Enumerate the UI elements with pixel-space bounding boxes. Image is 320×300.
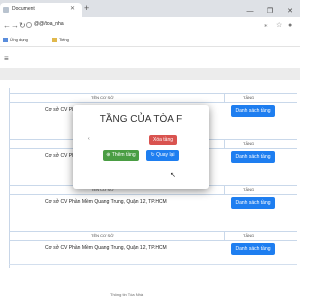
url-text[interactable]: @@/toa_nha xyxy=(34,21,64,27)
modal-title: TẦNG CỦA TÒA F xyxy=(99,114,183,125)
footer-text: Thông tin Tòa Nhà xyxy=(110,292,144,297)
site-info-icon[interactable] xyxy=(26,22,32,28)
building-address: Cơ sở CV Phần Mềm Quang Trung, Quận 12, … xyxy=(45,245,167,251)
floors-modal: TẦNG CỦA TÒA F ‹ Xóa tầng ⊕ Thêm tầng ↻ … xyxy=(73,105,209,189)
bookmark-apps[interactable]: Ứng dụng xyxy=(3,37,28,42)
close-tab-icon[interactable]: ✕ xyxy=(70,5,75,12)
add-floor-button[interactable]: ⊕ Thêm tầng xyxy=(103,150,139,161)
apps-icon xyxy=(3,37,8,42)
floor-list-button[interactable]: Danh sách tầng xyxy=(231,151,275,163)
floor-list-button[interactable]: Danh sách tầng xyxy=(231,197,275,209)
forward-arrow-icon[interactable]: → xyxy=(11,20,19,31)
column-divider xyxy=(224,232,225,240)
tab-title: Document xyxy=(12,6,35,12)
bookmark-item-label: Tiếng xyxy=(59,37,69,42)
bookmarks-bar: Ứng dụng Tiếng xyxy=(0,35,300,47)
table-bottom-border xyxy=(9,264,297,265)
table-header: TÊN CƠ SỞ TẦNG xyxy=(9,231,297,241)
bookmark-item[interactable]: Tiếng xyxy=(52,37,69,42)
new-tab-button[interactable]: + xyxy=(84,3,89,13)
bookmark-apps-label: Ứng dụng xyxy=(10,37,28,42)
column-header-name: TÊN CƠ SỞ xyxy=(91,233,114,238)
folder-icon xyxy=(52,37,57,42)
browser-toolbar: ← → ↻ @@/toa_nha ⁎ ☆ ● xyxy=(0,17,300,35)
column-header-floors: TẦNG xyxy=(243,187,255,192)
column-header-floors: TẦNG xyxy=(243,141,255,146)
mouse-cursor-icon: ↖ xyxy=(170,172,176,179)
hamburger-menu-icon[interactable]: ≡ xyxy=(4,54,9,63)
floor-list-button[interactable]: Danh sách tầng xyxy=(231,243,275,255)
browser-tab[interactable]: Document ✕ xyxy=(0,3,82,17)
profile-icon[interactable]: ● xyxy=(288,20,292,31)
table-header: TÊN CƠ SỞ TẦNG xyxy=(9,93,297,103)
back-arrow-icon[interactable]: ← xyxy=(3,20,11,31)
column-header-name: TÊN CƠ SỞ xyxy=(91,95,114,100)
back-button[interactable]: ↻ Quay lại xyxy=(146,150,179,161)
column-divider xyxy=(224,140,225,148)
window-controls: — ❐ ✕ xyxy=(240,0,300,17)
column-header-floors: TẦNG xyxy=(243,233,255,238)
column-divider xyxy=(224,94,225,102)
floor-list-button[interactable]: Danh sách tầng xyxy=(231,105,275,117)
column-header-floors: TẦNG xyxy=(243,95,255,100)
page-favicon-icon xyxy=(3,7,9,13)
browser-tab-strip: Document ✕ + — ❐ ✕ xyxy=(0,0,300,17)
reload-icon[interactable]: ↻ xyxy=(19,20,26,31)
column-divider xyxy=(224,186,225,194)
delete-floor-button[interactable]: Xóa tầng xyxy=(149,135,177,145)
building-address: Cơ sở CV Phần Mềm Quang Trung, Quận 12, … xyxy=(45,199,167,205)
page-toolbar-band xyxy=(0,68,300,80)
star-icon[interactable]: ☆ xyxy=(276,20,282,31)
translate-icon[interactable]: ⁎ xyxy=(264,20,268,31)
address-bar[interactable]: @@/toa_nha xyxy=(26,20,256,31)
caret-icon: ‹ xyxy=(88,136,90,142)
